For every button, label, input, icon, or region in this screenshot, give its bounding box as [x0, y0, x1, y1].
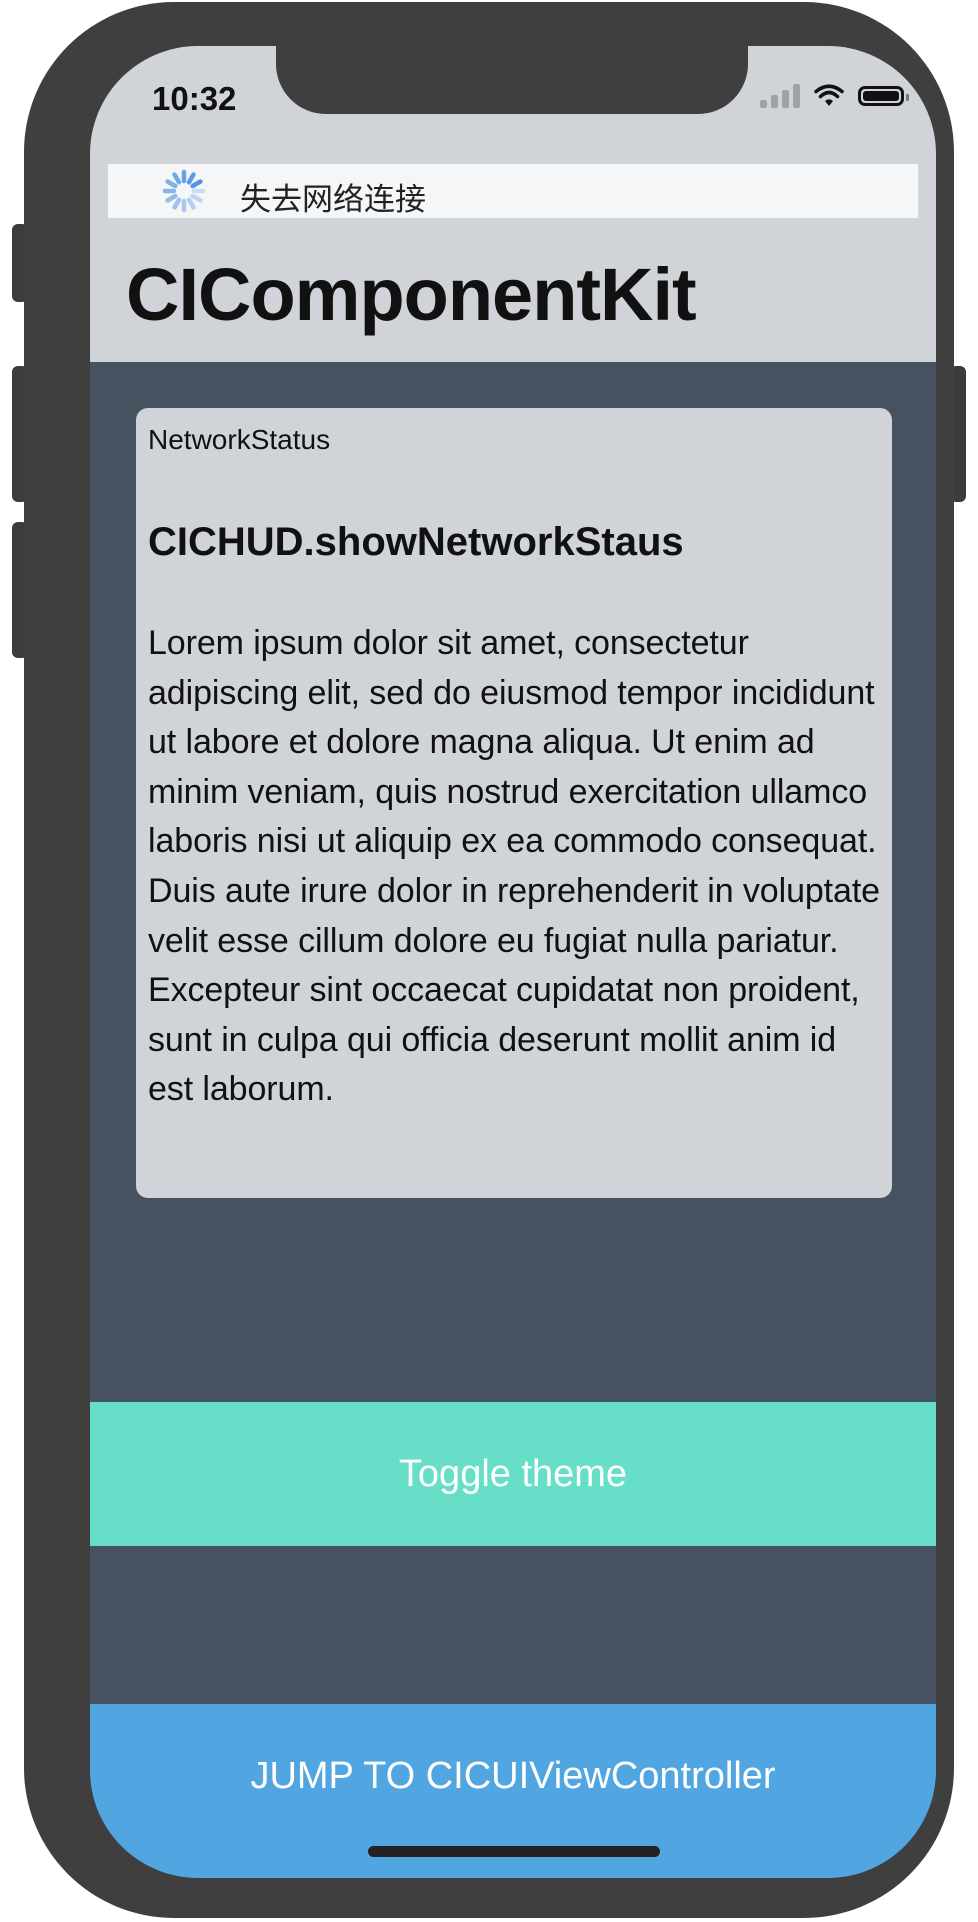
home-indicator — [368, 1846, 660, 1857]
spinner-spoke — [165, 179, 178, 189]
spinner-spoke — [172, 197, 182, 210]
phone-frame: 10:32 失去网络连接 CIComponentKit NetworkStatu… — [24, 2, 954, 1918]
spinner-spoke — [190, 179, 203, 189]
spinner-spoke — [186, 197, 196, 210]
battery-icon — [858, 86, 909, 106]
wifi-icon — [814, 84, 844, 106]
status-icons — [760, 84, 909, 108]
spinner-spoke — [190, 193, 203, 203]
page-title: CIComponentKit — [126, 253, 697, 336]
device-screen: 10:32 失去网络连接 CIComponentKit NetworkStatu… — [90, 46, 936, 1878]
toggle-theme-button[interactable]: Toggle theme — [90, 1402, 936, 1546]
cellular-signal-icon — [760, 84, 800, 108]
card-body-text: Lorem ipsum dolor sit amet, consectetur … — [148, 624, 880, 1109]
spinner-spoke — [165, 193, 178, 203]
status-time: 10:32 — [152, 80, 237, 117]
spinner-spoke — [186, 172, 196, 185]
card-title: CICHUD.showNetworkStaus — [148, 520, 684, 564]
loading-spinner-icon — [162, 169, 206, 213]
network-status-message: 失去网络连接 — [240, 182, 426, 218]
card-tag: NetworkStatus — [148, 424, 331, 455]
network-status-banner: 失去网络连接 — [108, 164, 918, 218]
spinner-spoke — [172, 172, 182, 185]
network-status-card: NetworkStatus CICHUD.showNetworkStaus Lo… — [136, 408, 892, 1198]
notch — [276, 46, 748, 114]
